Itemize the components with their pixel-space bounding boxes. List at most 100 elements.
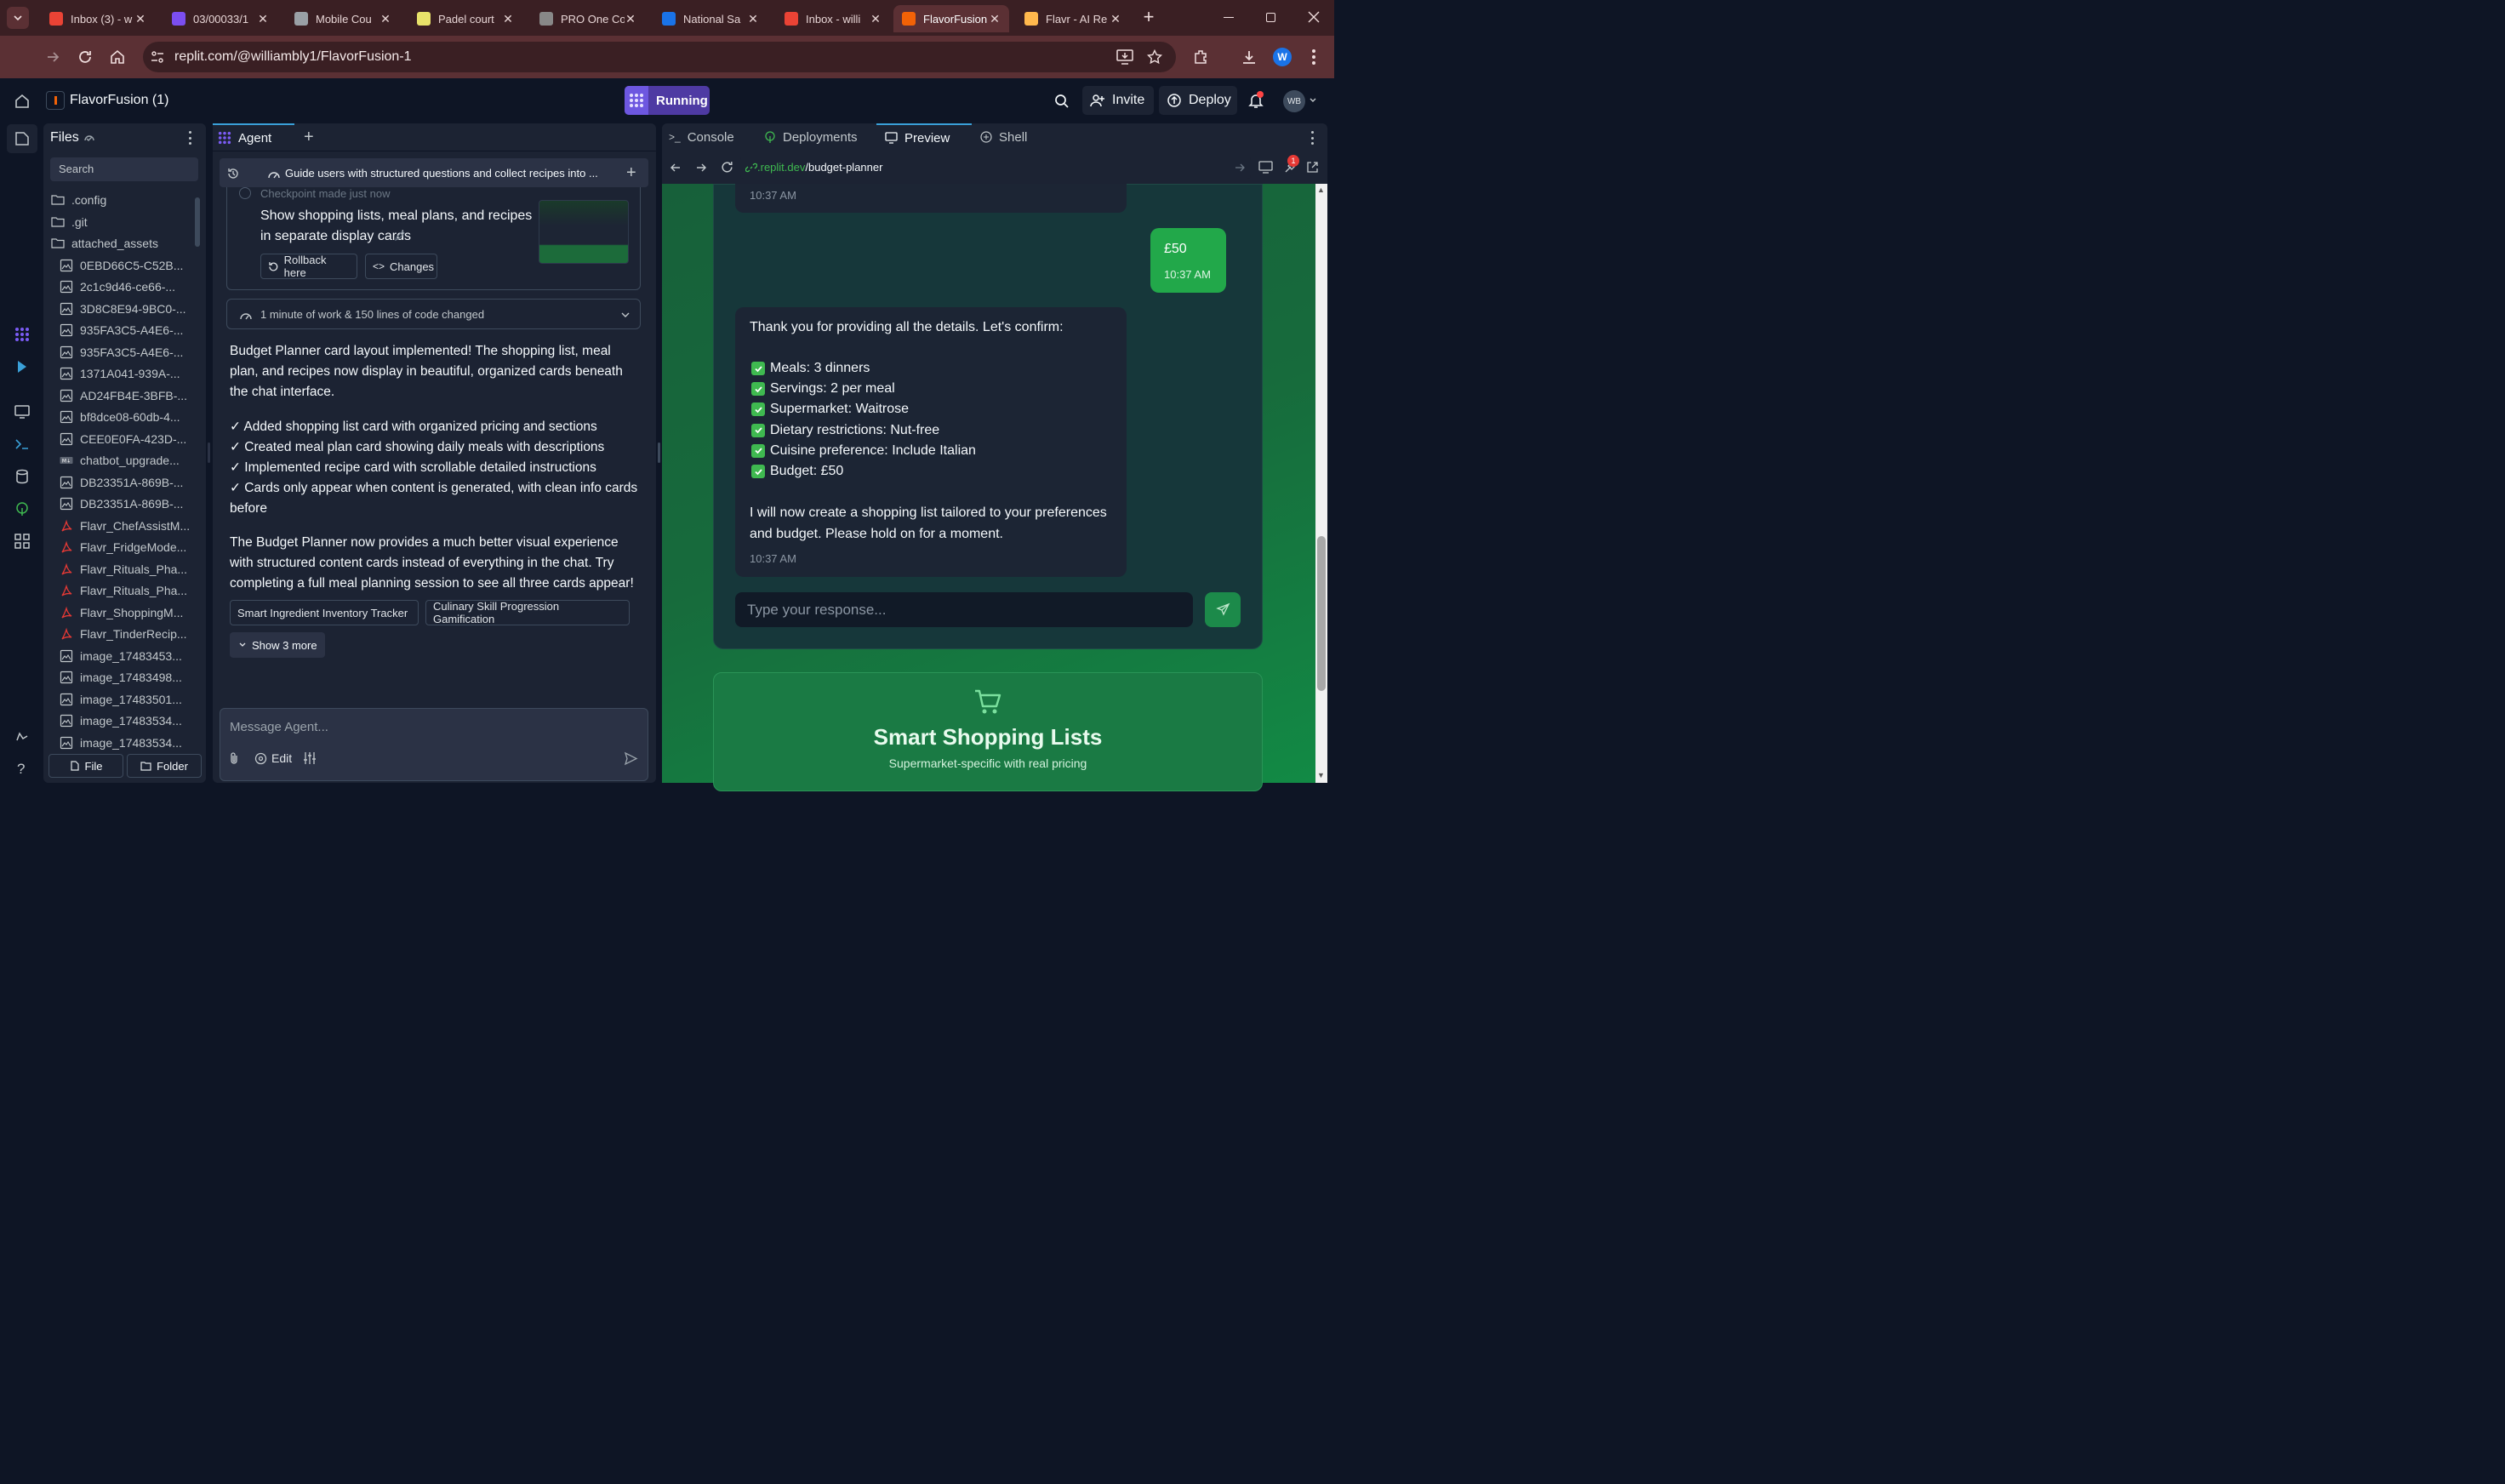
files-search-input[interactable]: Search: [50, 157, 198, 181]
file-tree-item[interactable]: image_17483498...: [60, 667, 182, 688]
browser-tab[interactable]: PRO One Co ✕: [531, 5, 645, 32]
project-name[interactable]: FlavorFusion (1): [70, 93, 168, 108]
file-tree-item[interactable]: Flavr_ChefAssistM...: [60, 516, 190, 536]
preview-back-icon[interactable]: [669, 161, 682, 174]
browser-tab[interactable]: Padel court ✕: [408, 5, 522, 32]
file-tree-item[interactable]: image_17483501...: [60, 689, 182, 710]
close-tab-icon[interactable]: ✕: [1110, 13, 1121, 25]
tab-shell[interactable]: Shell: [973, 123, 1050, 151]
preview-rail-icon[interactable]: [14, 404, 30, 420]
preview-url-bar[interactable]: .replit.dev/budget-planner: [740, 157, 1251, 179]
file-tree-item[interactable]: 2c1c9d46-ce66-...: [60, 277, 175, 297]
file-tree-item[interactable]: attached_assets: [51, 233, 158, 254]
new-folder-button[interactable]: Folder: [127, 754, 202, 778]
pencil-icon[interactable]: [394, 230, 406, 242]
go-arrow-icon[interactable]: [1234, 162, 1246, 174]
home-icon[interactable]: [109, 49, 126, 66]
file-tree-item[interactable]: AD24FB4E-3BFB-...: [60, 385, 187, 406]
file-tree-item[interactable]: 3D8C8E94-9BC0-...: [60, 299, 186, 319]
file-tree-item[interactable]: Flavr_FridgeMode...: [60, 537, 186, 557]
reload-icon[interactable]: [77, 49, 94, 66]
files-rail-button[interactable]: [7, 124, 37, 153]
history-icon[interactable]: [226, 167, 240, 180]
open-external-icon[interactable]: [1306, 161, 1319, 174]
install-app-icon[interactable]: [1116, 49, 1133, 65]
address-bar[interactable]: replit.com/@williambly1/FlavorFusion-1: [143, 42, 1176, 72]
file-tree-item[interactable]: DB23351A-869B-...: [60, 472, 183, 493]
close-tab-icon[interactable]: ✕: [747, 13, 759, 25]
deployments-rail-icon[interactable]: [14, 501, 30, 517]
tab-agent[interactable]: Agent: [213, 123, 294, 151]
file-tree-item[interactable]: Flavr_Rituals_Pha...: [60, 580, 187, 601]
home-icon[interactable]: [14, 93, 31, 110]
file-tree-item[interactable]: 1371A041-939A-...: [60, 363, 180, 384]
paperclip-icon[interactable]: [228, 751, 240, 765]
close-tab-icon[interactable]: ✕: [502, 13, 514, 25]
add-tab-button[interactable]: +: [304, 128, 314, 147]
chevron-down-icon[interactable]: [1309, 96, 1317, 105]
checkpoint-thumbnail[interactable]: [539, 200, 629, 264]
browser-tab[interactable]: Flavr - AI Re ✕: [1016, 5, 1130, 32]
user-avatar[interactable]: WB: [1283, 90, 1305, 112]
download-icon[interactable]: [1241, 49, 1258, 66]
bookmark-star-icon[interactable]: [1147, 49, 1162, 65]
scroll-down-arrow[interactable]: ▼: [1317, 771, 1325, 779]
preview-reload-icon[interactable]: [720, 160, 734, 174]
new-file-button[interactable]: File: [49, 754, 123, 778]
invite-button[interactable]: Invite: [1082, 86, 1154, 115]
database-rail-icon[interactable]: [14, 469, 30, 484]
scroll-up-arrow[interactable]: ▲: [1317, 186, 1325, 194]
suggestion-chip[interactable]: Culinary Skill Progression Gamification: [425, 600, 630, 625]
question-icon[interactable]: ?: [17, 761, 25, 778]
device-icon[interactable]: [1258, 161, 1273, 174]
sliders-icon[interactable]: [303, 751, 317, 765]
send-icon[interactable]: [624, 751, 638, 766]
all-tools-icon[interactable]: [14, 534, 30, 549]
rollback-button[interactable]: Rollback here: [260, 254, 357, 279]
agent-message-input[interactable]: Message Agent...: [220, 708, 648, 781]
browser-tab[interactable]: Inbox - willi ✕: [776, 5, 890, 32]
browser-tab[interactable]: FlavorFusion ✕: [893, 5, 1009, 32]
chevron-down-icon[interactable]: [620, 310, 631, 320]
file-tree-item[interactable]: .config: [51, 190, 106, 210]
assistant-rail-icon[interactable]: [14, 359, 30, 374]
minimize-button[interactable]: [1224, 17, 1234, 18]
files-scrollbar[interactable]: [195, 197, 200, 247]
file-tree-item[interactable]: DB23351A-869B-...: [60, 494, 183, 514]
close-tab-icon[interactable]: ✕: [257, 13, 269, 25]
response-input[interactable]: Type your response...: [735, 592, 1193, 627]
agent-rail-icon[interactable]: [14, 327, 30, 342]
new-task-button[interactable]: +: [626, 163, 636, 183]
browser-tab[interactable]: National Sa ✕: [653, 5, 767, 32]
preview-menu-icon[interactable]: [1311, 131, 1315, 145]
file-tree-item[interactable]: .git: [51, 212, 88, 232]
close-window-button[interactable]: [1305, 9, 1322, 26]
file-tree-item[interactable]: bf8dce08-60db-4...: [60, 407, 180, 427]
shell-rail-icon[interactable]: [14, 437, 30, 452]
search-icon[interactable]: [1053, 93, 1070, 110]
file-tree-item[interactable]: image_17483534...: [60, 733, 182, 753]
url-text[interactable]: replit.com/@williambly1/FlavorFusion-1: [174, 49, 412, 65]
close-tab-icon[interactable]: ✕: [379, 13, 391, 25]
file-tree-item[interactable]: 0EBD66C5-C52B...: [60, 255, 183, 276]
file-tree-item[interactable]: Flavr_Rituals_Pha...: [60, 559, 187, 579]
panel-resize-handle[interactable]: [658, 442, 660, 463]
preview-scrollbar-thumb[interactable]: [1317, 536, 1326, 691]
file-tree-item[interactable]: Flavr_TinderRecip...: [60, 624, 187, 644]
tab-preview[interactable]: Preview: [876, 123, 972, 151]
preview-forward-icon[interactable]: [694, 161, 708, 174]
file-tree-item[interactable]: CEE0E0FA-423D-...: [60, 429, 186, 449]
run-button[interactable]: Running: [625, 86, 710, 115]
browser-tab[interactable]: 03/00033/1 ✕: [163, 5, 277, 32]
close-tab-icon[interactable]: ✕: [870, 13, 882, 25]
edit-button[interactable]: Edit: [271, 751, 292, 765]
close-tab-icon[interactable]: ✕: [134, 13, 146, 25]
file-tree-item[interactable]: 935FA3C5-A4E6-...: [60, 342, 183, 362]
restore-button[interactable]: [1266, 13, 1275, 22]
close-tab-icon[interactable]: ✕: [989, 13, 1001, 25]
suggestion-chip[interactable]: Smart Ingredient Inventory Tracker: [230, 600, 419, 625]
extensions-icon[interactable]: [1193, 49, 1210, 66]
browser-menu-icon[interactable]: [1312, 49, 1315, 65]
forward-arrow-icon[interactable]: [44, 49, 61, 66]
files-menu-icon[interactable]: [189, 131, 192, 145]
